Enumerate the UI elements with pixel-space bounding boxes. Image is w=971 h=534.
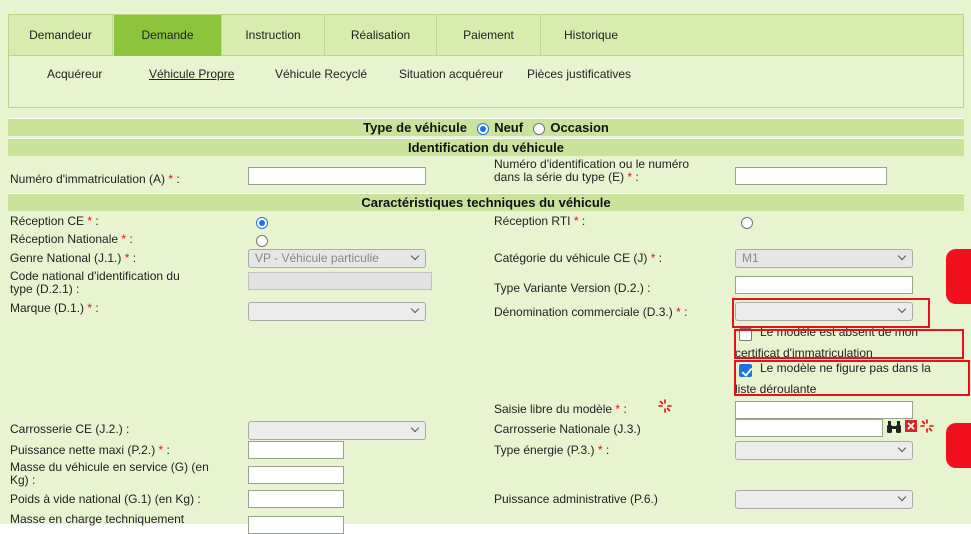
genre-national-select[interactable]: VP - Véhicule particulie: [248, 249, 426, 268]
marque-select[interactable]: [248, 302, 426, 321]
masse-service-input[interactable]: [248, 466, 344, 484]
carrosserie-ce-select[interactable]: [248, 421, 426, 440]
type-vehicule-label: Type de véhicule: [363, 120, 467, 135]
type-vehicule-row: Type de véhicule Neuf Occasion: [8, 118, 964, 136]
chevron-down-icon: [410, 304, 420, 314]
subnav-acquereur[interactable]: Acquéreur: [47, 67, 102, 81]
numero-identification-input[interactable]: [735, 167, 887, 185]
reception-ce-label: Réception CE * :: [10, 214, 99, 228]
tab-demandeur[interactable]: Demandeur: [9, 15, 113, 56]
section-identification-header: Identification du véhicule: [8, 138, 964, 156]
genre-national-label: Genre National (J.1.) * :: [10, 251, 137, 265]
marque-label: Marque (D.1.) * :: [10, 301, 99, 315]
subnav-pieces-justificatives[interactable]: Pièces justificatives: [527, 67, 631, 81]
tab-realisation[interactable]: Réalisation: [325, 15, 437, 56]
poids-vide-input[interactable]: [248, 490, 344, 508]
masse-charge-label: Masse en charge techniquement: [10, 512, 185, 526]
section-caracteristiques-header: Caractéristiques techniques du véhicule: [8, 193, 964, 211]
carrosserie-nationale-input[interactable]: [735, 419, 883, 437]
chevron-down-icon: [897, 492, 907, 502]
code-national-label: Code national d'identification du type (…: [10, 269, 180, 296]
tab-demande[interactable]: Demande: [114, 15, 221, 56]
tab-paiement[interactable]: Paiement: [437, 15, 541, 56]
chevron-down-icon: [897, 251, 907, 261]
sub-navigation: Acquéreur Véhicule Propre Véhicule Recyc…: [8, 56, 964, 108]
tab-instruction[interactable]: Instruction: [221, 15, 325, 56]
masse-charge-input[interactable]: [248, 516, 344, 534]
subnav-vehicule-propre[interactable]: Véhicule Propre: [149, 67, 234, 81]
categorie-ce-label: Catégorie du véhicule CE (J) * :: [494, 251, 663, 265]
type-variante-label: Type Variante Version (D.2.) :: [494, 281, 651, 295]
carrosserie-ce-label: Carrosserie CE (J.2.) :: [10, 422, 130, 436]
saisie-libre-label: Saisie libre du modèle * :: [494, 402, 627, 416]
poids-vide-label: Poids à vide national (G.1) (en Kg) :: [10, 492, 201, 506]
numero-identification-label: Numéro d'identification ou le numéro dan…: [494, 157, 690, 184]
tab-historique[interactable]: Historique: [541, 15, 641, 56]
type-variante-input[interactable]: [735, 276, 913, 294]
subnav-vehicule-recycle[interactable]: Véhicule Recyclé: [275, 67, 367, 81]
puissance-admin-label: Puissance administrative (P.6.): [494, 492, 658, 506]
radio-reception-ce[interactable]: [256, 217, 268, 229]
numero-immatriculation-label: Numéro d'immatriculation (A) * :: [10, 172, 180, 186]
reception-rti-label: Réception RTI * :: [494, 214, 586, 228]
categorie-ce-select[interactable]: M1: [735, 249, 913, 268]
red-marker-tab: [946, 249, 971, 304]
main-tabs: Demandeur Demande Instruction Réalisatio…: [8, 14, 964, 56]
required-star-icon: [658, 399, 672, 413]
binoculars-icon[interactable]: [886, 420, 902, 434]
denomination-label: Dénomination commerciale (D.3.) * :: [494, 305, 688, 319]
radio-reception-rti[interactable]: [741, 217, 753, 229]
required-star-icon: [920, 419, 934, 433]
puissance-nette-input[interactable]: [248, 441, 344, 459]
type-energie-label: Type énergie (P.3.) * :: [494, 443, 610, 457]
reception-nationale-label: Réception Nationale * :: [10, 232, 133, 246]
numero-immatriculation-input[interactable]: [248, 167, 426, 185]
clear-icon[interactable]: [905, 420, 917, 432]
carrosserie-nationale-label: Carrosserie Nationale (J.3.): [494, 422, 641, 436]
option-neuf-label: Neuf: [494, 120, 524, 135]
chevron-down-icon: [410, 423, 420, 433]
chevron-down-icon: [410, 251, 420, 261]
section-caracteristiques-title: Caractéristiques techniques du véhicule: [361, 195, 611, 210]
saisie-libre-input[interactable]: [735, 401, 913, 419]
application-window: Demandeur Demande Instruction Réalisatio…: [0, 0, 971, 534]
option-occasion-label: Occasion: [550, 120, 609, 135]
red-marker-tab: [946, 423, 971, 468]
section-identification-title: Identification du véhicule: [407, 140, 565, 155]
highlight-modele-non-liste: [734, 360, 970, 396]
puissance-admin-select[interactable]: [735, 490, 913, 509]
vehicle-form: Type de véhicule Neuf Occasion Identific…: [8, 118, 970, 534]
highlight-modele-absent: [734, 329, 964, 359]
chevron-down-icon: [897, 443, 907, 453]
highlight-denomination: [732, 298, 930, 328]
radio-reception-nationale[interactable]: [256, 235, 268, 247]
radio-occasion[interactable]: [532, 122, 545, 135]
puissance-nette-label: Puissance nette maxi (P.2.) * :: [10, 443, 170, 457]
type-energie-select[interactable]: [735, 441, 913, 460]
subnav-situation-acquereur[interactable]: Situation acquéreur: [399, 67, 503, 81]
code-national-input[interactable]: [248, 272, 432, 290]
radio-neuf[interactable]: [476, 122, 489, 135]
masse-service-label: Masse du véhicule en service (G) (en Kg)…: [10, 460, 209, 487]
